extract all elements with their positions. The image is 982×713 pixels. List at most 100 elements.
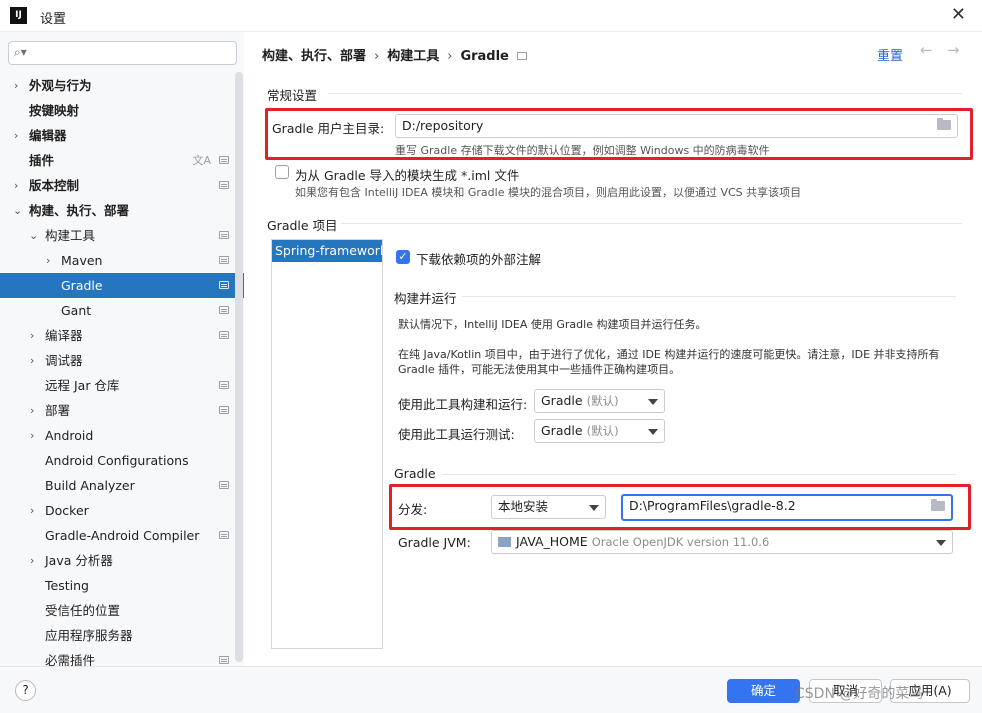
sidebar-item-label: 版本控制 <box>29 178 80 193</box>
sidebar-item-testing[interactable]: Testing <box>0 573 244 598</box>
project-settings-icon <box>219 156 229 164</box>
help-button[interactable]: ? <box>15 680 36 701</box>
sidebar-item-build-tools[interactable]: ⌄ 构建工具 <box>0 223 244 248</box>
chevron-down-icon <box>589 505 599 511</box>
back-arrow-icon[interactable]: ← <box>920 41 933 59</box>
project-settings-icon <box>219 406 229 414</box>
reset-link[interactable]: 重置 <box>877 45 903 64</box>
sidebar-item-java-profiler[interactable]: › Java 分析器 <box>0 548 244 573</box>
chevron-right-icon: › <box>30 354 35 367</box>
settings-search-input[interactable]: ⌕▾ <box>8 41 237 65</box>
chevron-right-icon: › <box>14 179 19 192</box>
sidebar-item-label: Java 分析器 <box>45 553 113 568</box>
test-with-label: 使用此工具运行测试: <box>398 427 515 442</box>
settings-tree: › 外观与行为 按键映射 › 编辑器 插件 文A › 版本控制 ⌄ 构建、执行、部署 ⌄ 构… <box>0 73 244 666</box>
project-settings-icon <box>219 231 229 239</box>
list-item[interactable]: Spring-framework <box>272 240 382 262</box>
settings-sidebar: ⌕▾ › 外观与行为 按键映射 › 编辑器 插件 文A › 版本控制 ⌄ 构建、执行、部署… <box>0 32 244 666</box>
settings-content: 构建、执行、部署 › 构建工具 › Gradle 重置 ← → 常规设置 Gradle … <box>244 32 982 666</box>
gradle-home-input[interactable]: D:\ProgramFiles\gradle-8.2 <box>621 494 953 521</box>
distribution-value: 本地安装 <box>498 499 549 514</box>
sidebar-item-docker[interactable]: › Docker <box>0 498 244 523</box>
sidebar-item-gant[interactable]: Gant <box>0 298 244 323</box>
sidebar-item-required-plugins[interactable]: 必需插件 <box>0 648 244 666</box>
sidebar-item-editor[interactable]: › 编辑器 <box>0 123 244 148</box>
sidebar-item-label: 调试器 <box>45 353 83 368</box>
sidebar-item-label: 必需插件 <box>45 653 96 666</box>
search-icon: ⌕▾ <box>14 45 27 59</box>
folder-icon[interactable] <box>931 499 945 511</box>
breadcrumb-item: Gradle <box>460 49 509 64</box>
sidebar-item-label: Gradle-Android Compiler <box>45 528 200 543</box>
folder-icon[interactable] <box>937 118 951 130</box>
sidebar-item-vcs[interactable]: › 版本控制 <box>0 173 244 198</box>
sidebar-item-label: 构建、执行、部署 <box>29 203 130 218</box>
build-run-description: 默认情况下，IntelliJ IDEA 使用 Gradle 构建项目并运行任务。 <box>398 318 707 331</box>
chevron-right-icon: › <box>30 329 35 342</box>
user-home-value: D:/repository <box>402 118 484 133</box>
sidebar-item-debugger[interactable]: › 调试器 <box>0 348 244 373</box>
build-run-title: 构建并运行 <box>394 291 457 306</box>
sidebar-item-gradle-android-compiler[interactable]: Gradle-Android Compiler <box>0 523 244 548</box>
download-annotations-label[interactable]: 下载依赖项的外部注解 <box>416 249 541 268</box>
test-with-value: Gradle <box>541 423 583 438</box>
gradle-project-list[interactable]: Spring-framework <box>271 239 383 649</box>
test-with-suffix: (默认) <box>586 424 619 438</box>
sidebar-item-label: Android Configurations <box>45 453 189 468</box>
window-title: 设置 <box>40 12 67 27</box>
gradle-home-value: D:\ProgramFiles\gradle-8.2 <box>629 498 796 513</box>
user-home-input[interactable]: D:/repository <box>395 114 958 138</box>
sidebar-item-label: Gant <box>61 303 92 318</box>
intellij-logo-icon: IJ <box>10 7 27 24</box>
distribution-select[interactable]: 本地安装 <box>491 495 606 519</box>
sidebar-item-label: Maven <box>61 253 103 268</box>
sidebar-scrollbar[interactable] <box>235 72 243 662</box>
sidebar-item-plugins[interactable]: 插件 文A <box>0 148 244 173</box>
close-icon[interactable]: ✕ <box>951 4 966 25</box>
general-settings-title: 常规设置 <box>267 88 318 103</box>
chevron-down-icon: ⌄ <box>29 229 39 242</box>
sidebar-item-maven[interactable]: › Maven <box>0 248 244 273</box>
sidebar-item-compiler[interactable]: › 编译器 <box>0 323 244 348</box>
chevron-right-icon: › <box>30 404 35 417</box>
generate-iml-checkbox[interactable] <box>275 165 289 179</box>
sidebar-item-deployment[interactable]: › 部署 <box>0 398 244 423</box>
sidebar-item-android[interactable]: › Android <box>0 423 244 448</box>
sidebar-item-build-analyzer[interactable]: Build Analyzer <box>0 473 244 498</box>
build-run-description: Gradle 插件，可能无法使用其中一些插件正确构建项目。 <box>398 363 681 376</box>
sidebar-item-app-servers[interactable]: 应用程序服务器 <box>0 623 244 648</box>
project-settings-icon <box>219 331 229 339</box>
gradle-jvm-select[interactable]: JAVA_HOME Oracle OpenJDK version 11.0.6 <box>491 530 953 554</box>
sidebar-item-gradle[interactable]: Gradle <box>0 273 244 298</box>
sidebar-item-label: 编辑器 <box>29 128 67 143</box>
test-with-select[interactable]: Gradle (默认) <box>534 419 665 443</box>
sidebar-item-build-execution-deployment[interactable]: ⌄ 构建、执行、部署 <box>0 198 244 223</box>
breadcrumb-item[interactable]: 构建、执行、部署 <box>262 49 366 64</box>
sidebar-item-label: 按键映射 <box>29 103 80 118</box>
build-with-select[interactable]: Gradle (默认) <box>534 389 665 413</box>
dialog-footer: ? 确定 取消 应用(A) CSDN @好奇的菜鸟 <box>0 666 982 713</box>
breadcrumb-separator: › <box>447 49 453 64</box>
sidebar-item-label: 部署 <box>45 403 71 418</box>
sidebar-item-label: Gradle <box>61 278 103 293</box>
distribution-label: 分发: <box>398 502 428 517</box>
breadcrumb-item[interactable]: 构建工具 <box>387 49 439 64</box>
sidebar-item-appearance[interactable]: › 外观与行为 <box>0 73 244 98</box>
gradle-section-title: Gradle <box>394 466 436 481</box>
sidebar-item-android-configurations[interactable]: Android Configurations <box>0 448 244 473</box>
sidebar-item-label: 应用程序服务器 <box>45 628 133 643</box>
ok-button[interactable]: 确定 <box>727 679 800 703</box>
chevron-right-icon: › <box>14 79 19 92</box>
forward-arrow-icon[interactable]: → <box>947 41 960 59</box>
sidebar-item-trusted-locations[interactable]: 受信任的位置 <box>0 598 244 623</box>
sidebar-item-remote-jar[interactable]: 远程 Jar 仓库 <box>0 373 244 398</box>
sidebar-item-label: 受信任的位置 <box>45 603 121 618</box>
divider <box>462 296 956 297</box>
download-annotations-checkbox[interactable]: ✓ <box>396 250 410 264</box>
sidebar-item-keymap[interactable]: 按键映射 <box>0 98 244 123</box>
sidebar-item-label: 插件 <box>29 153 55 168</box>
project-settings-icon <box>219 531 229 539</box>
generate-iml-label[interactable]: 为从 Gradle 导入的模块生成 *.iml 文件 <box>295 165 519 184</box>
chevron-right-icon: › <box>46 254 51 267</box>
sidebar-item-label: Build Analyzer <box>45 478 135 493</box>
